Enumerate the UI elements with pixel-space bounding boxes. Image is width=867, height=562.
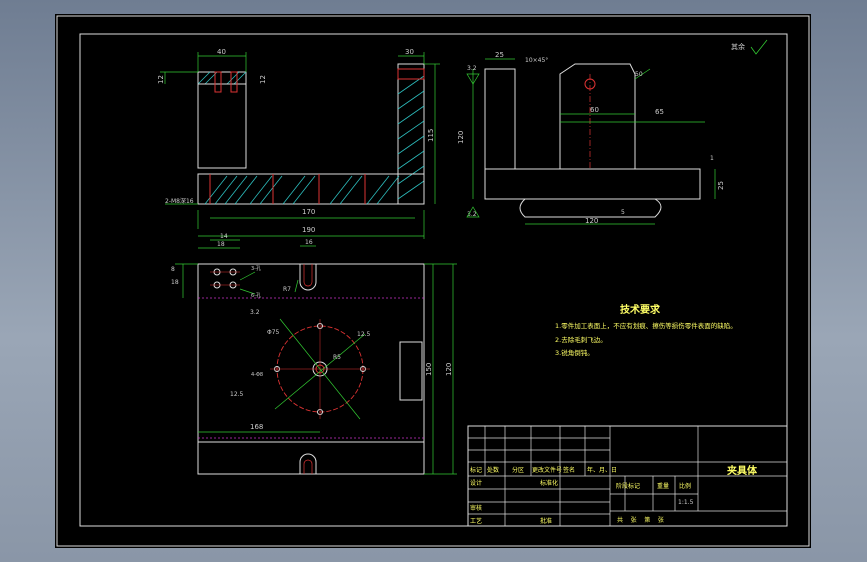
dim-side-w4: 65 (655, 108, 664, 116)
dim-circle-d: Φ75 (267, 329, 280, 336)
tb-stage-mark: 阶段标记 (616, 482, 640, 490)
dim-left-h1: 12 (157, 75, 165, 84)
dim-total-width: 190 (302, 226, 315, 234)
dim-chamfer: 10×45° (525, 57, 548, 64)
dim-r-slot: R7 (283, 286, 291, 293)
drawing-canvas: 40 30 12 12 115 2-M8深16 170 190 10×45° 2… (55, 14, 811, 548)
tb-approve: 批准 (540, 517, 552, 525)
dim-side-w1: 25 (495, 51, 504, 59)
dim-side-w2: 50 (635, 71, 643, 78)
tech-requirements: 技术要求 1.零件加工表面上，不应有划痕、擦伤等损伤零件表面的缺陷。 2.去除毛… (555, 303, 737, 357)
side-view: 10×45° 25 50 60 65 120 25 120 5 1 3.2 3.… (457, 51, 725, 225)
tb-count: 处数 (487, 466, 499, 474)
dim-inner-width: 170 (302, 208, 315, 216)
drawing-title: 夹具体 (727, 464, 758, 477)
dim-d2: 18 (217, 241, 225, 248)
dim-left-h2: 12 (259, 75, 267, 84)
roughness-a: 3.2 (467, 65, 477, 72)
tb-standard: 标准化 (540, 479, 558, 487)
dim-h-right2: 120 (445, 363, 453, 376)
dim-side-w3: 60 (590, 106, 599, 114)
top-view: 14 18 16 8 18 3-孔 6-孔 R7 3.2 Φ75 12.5 R5… (171, 233, 457, 475)
dim-hole-b: 6-孔 (251, 292, 261, 299)
dim-side-h2: 25 (717, 181, 725, 190)
tb-sheet: 共 张 第 张 (617, 516, 664, 524)
tb-scale-value: 1:1.5 (678, 499, 694, 506)
dim-ra1: 3.2 (250, 309, 260, 316)
inner-border (79, 33, 788, 527)
dim-right-top: 30 (405, 48, 414, 56)
tb-scale: 比例 (679, 482, 691, 490)
dim-d3: 16 (305, 239, 313, 246)
dim-side-h1: 120 (457, 131, 465, 144)
tech-req-item-3: 3.锐角倒钝。 (555, 348, 594, 357)
front-view: 40 30 12 12 115 2-M8深16 170 190 (157, 48, 440, 239)
dim-side-small: 5 (621, 209, 625, 216)
dim-thread: 2-M8深16 (165, 197, 194, 205)
tb-design: 设计 (470, 479, 482, 487)
tb-sign: 签名 (563, 466, 575, 474)
tb-review: 审核 (470, 504, 482, 512)
tb-zone: 分区 (512, 466, 524, 474)
roughness-check-icon (750, 39, 768, 55)
tech-req-item-1: 1.零件加工表面上，不应有划痕、擦伤等损伤零件表面的缺陷。 (555, 321, 737, 330)
dim-d1: 14 (220, 233, 228, 240)
dim-bottom-len: 168 (250, 423, 263, 431)
tb-date: 年、月、日 (587, 466, 617, 474)
dim-center-r: R5 (333, 354, 341, 361)
tb-mark: 标记 (470, 466, 482, 474)
cad-drawing: 40 30 12 12 115 2-M8深16 170 190 10×45° 2… (56, 15, 810, 547)
tech-req-item-2: 2.去除毛刺飞边。 (555, 335, 607, 344)
dim-top-width: 40 (217, 48, 226, 56)
title-block: 标记 处数 分区 更改文件号 签名 年、月、日 设计 标准化 阶段标记 重量 比… (467, 425, 788, 527)
dim-ra3: 12.5 (230, 391, 244, 398)
dim-hole-c: 4-Φ8 (251, 372, 263, 378)
tb-weight: 重量 (657, 482, 669, 490)
roughness-note: 其余 (731, 42, 745, 51)
tb-change-doc: 更改文件号 (532, 466, 562, 474)
dim-h-right1: 150 (425, 363, 433, 376)
dim-height: 115 (427, 129, 435, 142)
dim-ra2: 12.5 (357, 331, 371, 338)
tb-process: 工艺 (470, 517, 482, 525)
dim-hole-a: 3-孔 (251, 265, 261, 272)
tech-req-heading: 技术要求 (620, 303, 661, 316)
dim-left-a: 8 (171, 266, 175, 273)
dim-side-bottom: 120 (585, 217, 598, 225)
dim-side-tiny: 1 (710, 155, 714, 162)
dim-left-b: 18 (171, 279, 179, 286)
